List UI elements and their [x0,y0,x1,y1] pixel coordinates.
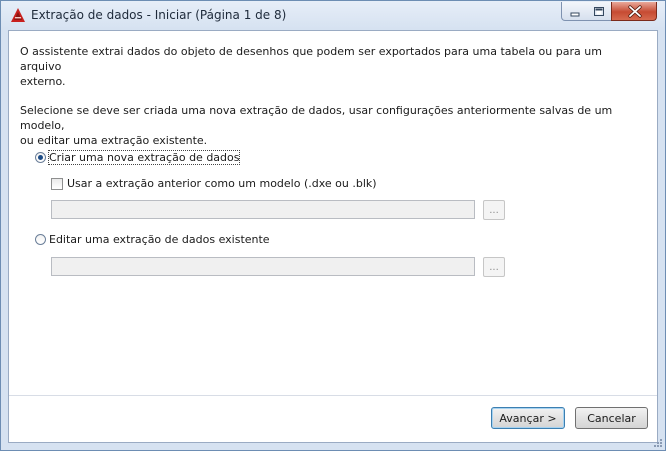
footer-divider [9,395,657,396]
use-template-checkbox[interactable] [51,178,63,190]
existing-path-input[interactable] [51,257,475,276]
instruction-text: Selecione se deve ser criada uma nova ex… [20,104,613,147]
browse-template-button[interactable]: ... [483,200,505,220]
maximize-button[interactable] [586,2,612,21]
dialog-body: O assistente extrai dados do objeto de d… [8,30,658,443]
edit-existing-radio[interactable] [35,234,46,245]
dialog-window: Extração de dados - Iniciar (Página 1 de… [0,0,666,451]
cancel-button[interactable]: Cancelar [575,407,648,429]
title-bar[interactable]: Extração de dados - Iniciar (Página 1 de… [1,1,665,30]
template-path-input[interactable] [51,200,475,219]
intro-text: O assistente extrai dados do objeto de d… [20,45,602,88]
edit-existing-label[interactable]: Editar uma extração de dados existente [49,233,270,246]
window-title: Extração de dados - Iniciar (Página 1 de… [31,8,287,22]
radio-selected-dot [38,155,43,160]
create-new-radio[interactable] [35,152,46,163]
create-new-label[interactable]: Criar uma nova extração de dados [47,150,241,165]
use-template-label[interactable]: Usar a extração anterior como um modelo … [67,177,377,190]
close-button[interactable] [611,2,657,21]
next-button[interactable]: Avançar > [491,407,565,429]
minimize-button[interactable] [561,2,587,21]
close-icon [628,5,642,18]
resize-grip-icon[interactable] [653,438,663,448]
browse-existing-button[interactable]: ... [483,257,505,277]
autocad-logo-icon[interactable] [10,7,26,23]
maximize-icon [594,7,604,16]
minimize-icon [570,12,580,17]
